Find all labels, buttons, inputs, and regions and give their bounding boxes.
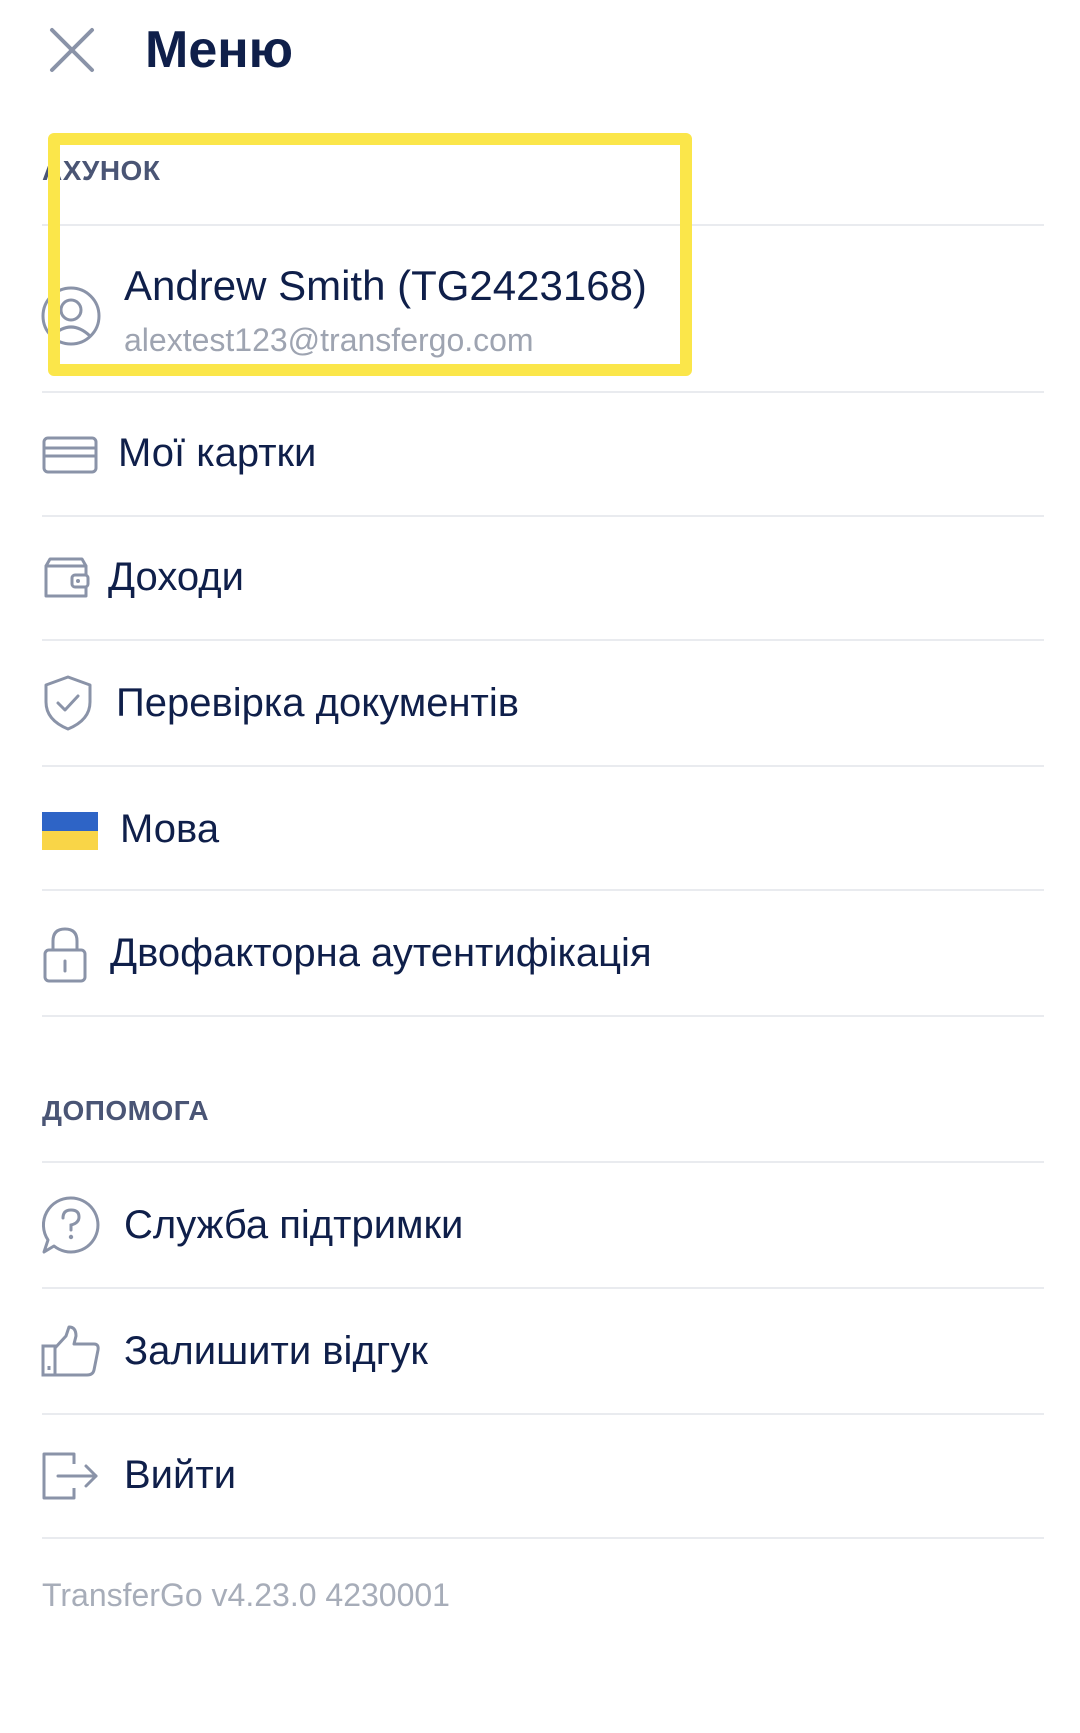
menu-item-label: Мої картки (118, 431, 317, 475)
logout-icon (40, 1450, 102, 1502)
question-icon (40, 1194, 102, 1256)
divider (42, 1537, 1044, 1539)
lock-icon (42, 926, 88, 984)
menu-item-language[interactable]: Мова (0, 767, 1080, 889)
menu-item-label: Мова (120, 807, 220, 851)
page-title: Меню (145, 21, 294, 79)
menu-item-logout[interactable]: Вийти (0, 1415, 1080, 1537)
section-title-help: ДОПОМОГА (42, 1095, 210, 1126)
card-icon (42, 436, 98, 474)
section-title-account: АХУНОК (42, 155, 161, 186)
divider (42, 1015, 1044, 1017)
menu-item-label: Двофакторна аутентифікація (110, 931, 652, 975)
account-profile-row[interactable]: Andrew Smith (TG2423168) alextest123@tra… (0, 226, 1080, 391)
menu-item-label: Вийти (124, 1453, 237, 1497)
menu-item-label: Залишити відгук (124, 1329, 428, 1373)
header: Меню (0, 0, 1080, 110)
menu-item-label: Служба підтримки (124, 1203, 464, 1247)
menu-item-label: Перевірка документів (116, 681, 519, 725)
menu-item-document-verification[interactable]: Перевірка документів (0, 641, 1080, 765)
user-icon (40, 285, 102, 347)
ukraine-flag-icon (42, 812, 98, 850)
close-icon (50, 28, 94, 72)
wallet-icon (42, 556, 90, 600)
close-button[interactable] (48, 26, 96, 74)
menu-item-support[interactable]: Служба підтримки (0, 1163, 1080, 1287)
app-version: TransferGo v4.23.0 4230001 (42, 1577, 450, 1613)
account-email: alextest123@transfergo.com (124, 322, 534, 358)
menu-item-income[interactable]: Доходи (0, 517, 1080, 639)
menu-item-label: Доходи (108, 555, 244, 599)
account-name: Andrew Smith (TG2423168) (124, 262, 647, 309)
menu-item-two-factor[interactable]: Двофакторна аутентифікація (0, 891, 1080, 1015)
menu-item-my-cards[interactable]: Мої картки (0, 393, 1080, 515)
menu-item-feedback[interactable]: Залишити відгук (0, 1289, 1080, 1413)
thumbs-up-icon (40, 1324, 102, 1378)
shield-check-icon (42, 674, 94, 732)
